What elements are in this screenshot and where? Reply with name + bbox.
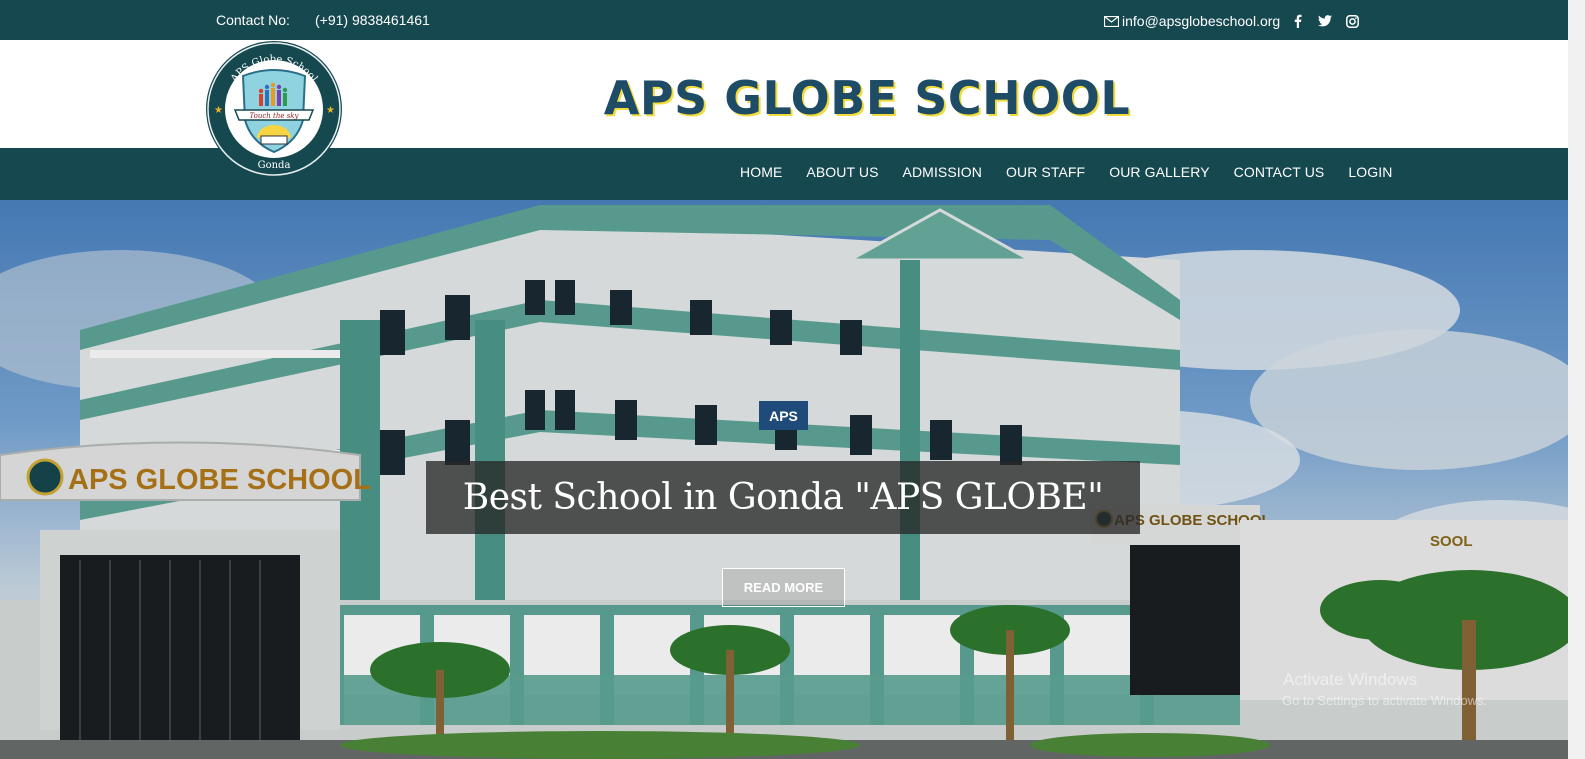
logo-emblem: Touch the sky APS Globe School Gonda ★ ★ xyxy=(206,41,342,177)
read-more-button[interactable]: READ MORE xyxy=(722,568,845,607)
nav-our-staff[interactable]: OUR STAFF xyxy=(1006,164,1085,180)
top-contact-bar: Contact No: (+91) 9838461461 info@apsglo… xyxy=(0,0,1568,40)
windows-watermark-title: Activate Windows xyxy=(1283,670,1418,689)
contact-label: Contact No: xyxy=(216,12,290,28)
email-link[interactable]: info@apsglobeschool.org xyxy=(1122,13,1280,29)
main-nav: HOME ABOUT US ADMISSION OUR STAFF OUR GA… xyxy=(740,164,1416,180)
nav-about-us[interactable]: ABOUT US xyxy=(806,164,878,180)
facebook-icon[interactable] xyxy=(1289,13,1307,29)
contact-phone[interactable]: (+91) 9838461461 xyxy=(315,12,430,28)
nav-contact-us[interactable]: CONTACT US xyxy=(1234,164,1325,180)
svg-text:★: ★ xyxy=(326,105,335,116)
slide-category-badge[interactable]: APS xyxy=(759,401,808,430)
nav-home[interactable]: HOME xyxy=(740,164,782,180)
svg-text:★: ★ xyxy=(214,105,223,116)
slide-headline[interactable]: Best School in Gonda "APS GLOBE" xyxy=(463,477,1104,518)
topbar-right: info@apsglobeschool.org xyxy=(1104,12,1361,30)
page-scrollbar[interactable] xyxy=(1568,0,1585,759)
mail-icon xyxy=(1104,15,1119,27)
instagram-icon[interactable] xyxy=(1343,13,1361,29)
logo-motto: Touch the sky xyxy=(250,112,300,120)
logo-bottom-text: Gonda xyxy=(258,160,291,171)
nav-our-gallery[interactable]: OUR GALLERY xyxy=(1109,164,1209,180)
twitter-icon[interactable] xyxy=(1316,13,1334,29)
slide-headline-box: Best School in Gonda "APS GLOBE" xyxy=(426,461,1140,534)
windows-watermark-subtitle: Go to Settings to activate Windows. xyxy=(1282,693,1488,708)
school-logo[interactable]: Touch the sky APS Globe School Gonda ★ ★ xyxy=(205,40,343,178)
nav-login[interactable]: LOGIN xyxy=(1348,164,1392,180)
nav-admission[interactable]: ADMISSION xyxy=(903,164,982,180)
